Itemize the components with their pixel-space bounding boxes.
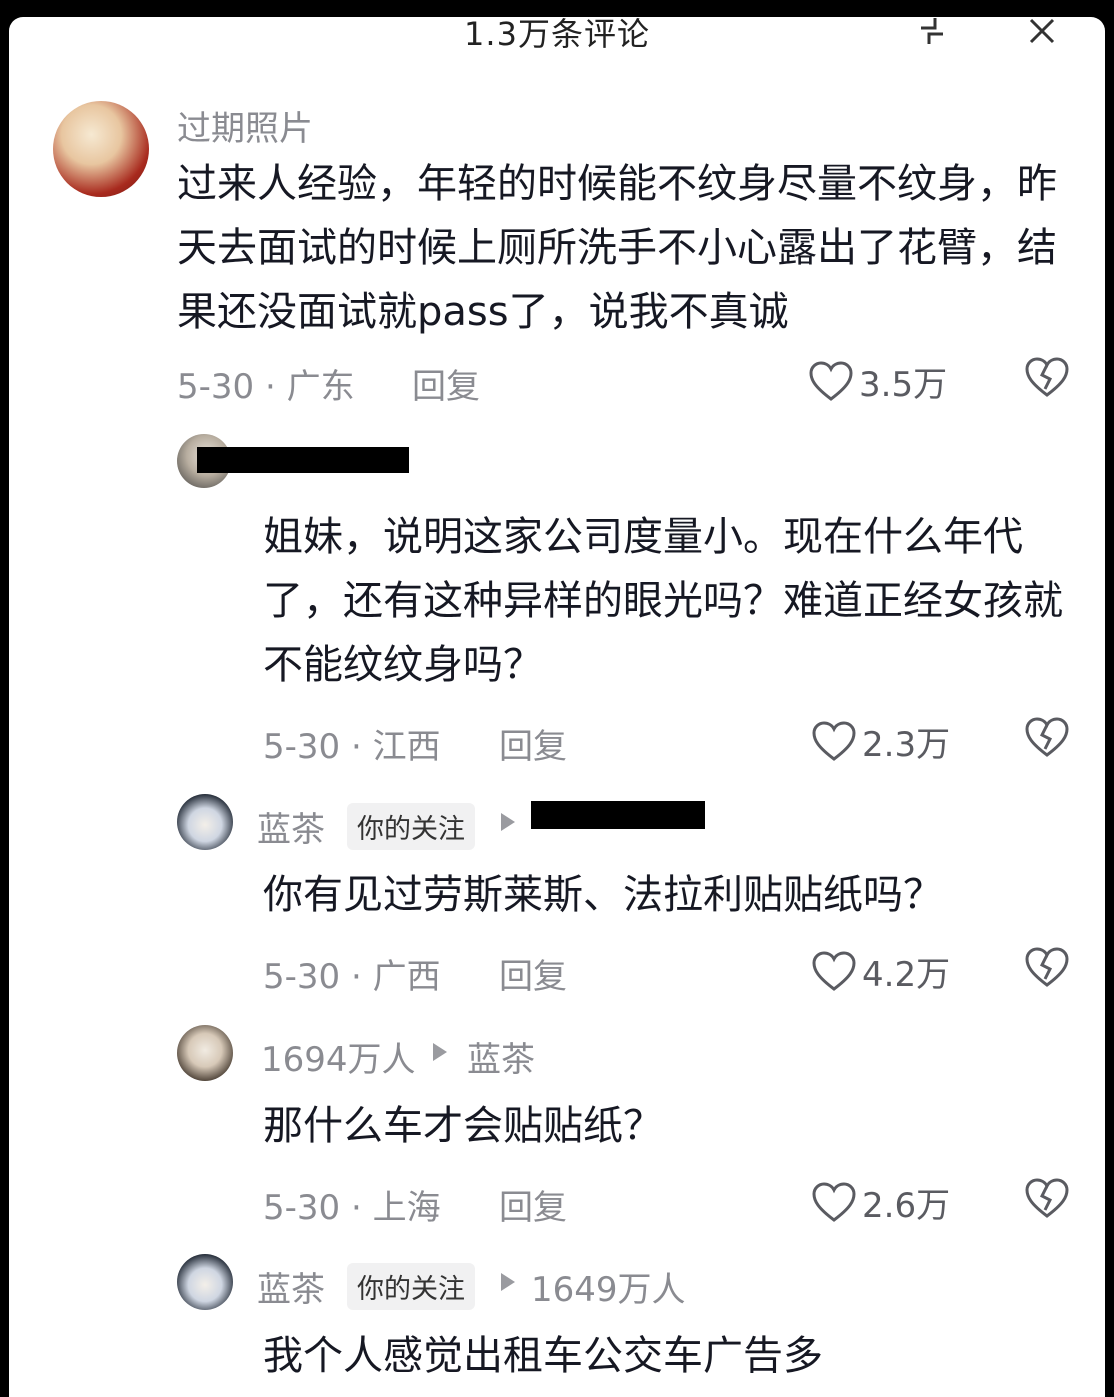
comment-username[interactable]: 蓝茶	[257, 1262, 325, 1311]
broken-heart-icon[interactable]	[1025, 1178, 1069, 1224]
heart-icon	[812, 950, 856, 991]
redacted-username	[197, 447, 409, 473]
comment-username[interactable]: 蓝茶	[257, 802, 325, 851]
reply-arrow-icon	[501, 1273, 515, 1291]
reply-button[interactable]: 回复	[412, 359, 480, 408]
like-button[interactable]: 4.2万	[812, 947, 950, 996]
comment-text: 你有见过劳斯莱斯、法拉利贴贴纸吗？	[263, 872, 943, 918]
avatar[interactable]	[177, 794, 233, 850]
like-count: 4.2万	[862, 955, 951, 995]
comment-date: 5-30	[263, 727, 341, 767]
comment-region: 广西	[372, 957, 441, 997]
comment-text: 姐妹，说明这家公司度量小。现在什么年代了，还有这种异样的眼光吗？难道正经女孩就不…	[263, 514, 1063, 688]
following-tag: 你的关注	[347, 1263, 475, 1310]
comment-date: 5-30	[263, 957, 341, 997]
reply-button[interactable]: 回复	[499, 949, 567, 998]
reply-to-username[interactable]: 1649万人	[531, 1262, 686, 1311]
avatar[interactable]	[53, 101, 149, 197]
broken-heart-icon[interactable]	[1025, 357, 1069, 403]
comment-meta: 5-30 · 上海	[263, 1188, 441, 1228]
reply-arrow-icon	[501, 813, 515, 831]
broken-heart-icon[interactable]	[1025, 717, 1069, 763]
like-count: 3.5万	[859, 365, 948, 405]
avatar[interactable]	[177, 1025, 233, 1081]
heart-icon	[812, 720, 856, 761]
like-button[interactable]: 3.5万	[809, 357, 947, 406]
like-count: 2.3万	[862, 725, 951, 765]
avatar[interactable]	[177, 1254, 233, 1310]
comment-region: 广东	[286, 367, 355, 407]
collapse-icon[interactable]	[912, 17, 952, 51]
comment-region: 上海	[372, 1188, 441, 1228]
comment-date: 5-30	[263, 1188, 341, 1228]
heart-icon	[809, 360, 853, 401]
like-button[interactable]: 2.6万	[812, 1178, 950, 1227]
comment-text: 我个人感觉出租车公交车广告多	[263, 1333, 823, 1379]
comment-sheet: 1.3万条评论 过期照片 过来人经验，年轻的时候能不纹身尽量不纹身，昨天去面试的…	[9, 17, 1105, 1397]
comment-meta: 5-30 · 广西	[263, 957, 441, 997]
comment-meta: 5-30 · 广东	[177, 367, 355, 407]
redacted-username	[531, 801, 705, 829]
comment-text: 那什么车才会贴贴纸？	[263, 1103, 663, 1149]
reply-button[interactable]: 回复	[499, 1180, 567, 1229]
reply-button[interactable]: 回复	[499, 719, 567, 768]
comment-date: 5-30	[177, 367, 255, 407]
broken-heart-icon[interactable]	[1025, 947, 1069, 993]
comment-region: 江西	[372, 727, 441, 767]
reply-arrow-icon	[433, 1043, 447, 1061]
comment-text: 过来人经验，年轻的时候能不纹身尽量不纹身，昨天去面试的时候上厕所洗手不小心露出了…	[177, 161, 1057, 335]
following-tag: 你的关注	[347, 803, 475, 850]
comment-meta: 5-30 · 江西	[263, 727, 441, 767]
heart-icon	[812, 1181, 856, 1222]
like-count: 2.6万	[862, 1186, 951, 1226]
close-icon[interactable]	[1022, 17, 1062, 51]
like-button[interactable]: 2.3万	[812, 717, 950, 766]
comment-username[interactable]: 过期照片	[177, 101, 313, 150]
comment-username[interactable]: 1694万人	[261, 1032, 416, 1081]
reply-to-username[interactable]: 蓝茶	[467, 1032, 535, 1081]
